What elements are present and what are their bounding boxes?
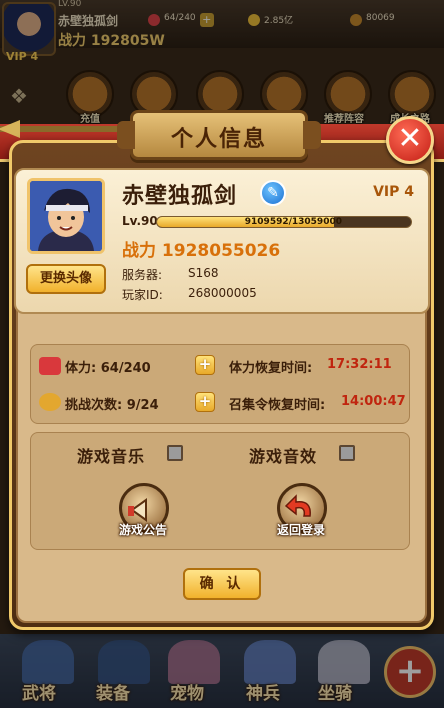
exp-text: 9109592/13059000 [244,217,342,227]
sound-label: 游戏音效 [249,447,318,466]
avatar-portrait-icon [30,181,102,251]
stamina-meat-icon [39,357,61,375]
server-label: 服务器: [122,268,163,282]
power-value: 1928055026 [161,241,281,261]
stamina-value: 64/240 [100,361,151,376]
dialog-title: 个人信息 [170,127,267,152]
add-stamina-plus-button[interactable]: + [195,355,215,375]
return-login-label: 返回登录 [276,523,325,537]
player-power: 战力 1928055026 [122,236,280,261]
server-value: S168 [188,266,219,280]
server-info: 服务器: S168 [122,266,219,283]
player-avatar [27,178,105,254]
player-id-label: 玩家ID: [122,288,163,302]
challenge-label: 挑战次数: [65,398,123,413]
close-button[interactable]: ✕ [386,116,434,164]
stamina-recover-timer: 17:32:11 [327,357,392,372]
summon-recover-label: 召集令恢复时间: [229,398,326,413]
player-id-info: 玩家ID: 268000005 [122,286,257,303]
music-checkbox[interactable] [167,445,183,461]
stats-panel: 体力: 64/240 + 体力恢复时间: 17:32:11 挑战次数: 9/24… [30,344,410,424]
player-id-value: 268000005 [188,286,257,300]
player-name: 赤壁独孤剑 [122,184,238,209]
stamina-recover-label: 体力恢复时间: [229,361,313,376]
sound-checkbox[interactable] [339,445,355,461]
challenge-value: 9/24 [126,398,159,413]
settings-panel: 游戏音乐 游戏音效 游戏公告 返回登录 [30,432,410,550]
vip-level: VIP 4 [373,184,414,200]
player-level: Lv.90 [122,214,158,228]
confirm-button[interactable]: 确 认 [183,568,261,600]
close-icon: ✕ [397,121,423,156]
summon-recover-timer: 14:00:47 [341,394,406,409]
stamina-label: 体力: [65,361,97,376]
profile-card: 更换头像 赤壁独孤剑 ✎ VIP 4 Lv.90 9109592/1305900… [14,168,430,314]
change-avatar-button[interactable]: 更换头像 [26,264,106,294]
announcement-label: 游戏公告 [118,523,167,537]
power-label: 战力 [122,241,156,261]
challenge-stat: 挑战次数: 9/24 [65,394,159,413]
stamina-stat: 体力: 64/240 [65,357,151,376]
dialog-title-plate: 个人信息 [117,110,321,160]
challenge-icon [39,393,61,411]
add-challenge-plus-button[interactable]: + [195,392,215,412]
edit-name-icon[interactable]: ✎ [260,180,286,206]
music-label: 游戏音乐 [77,447,146,466]
